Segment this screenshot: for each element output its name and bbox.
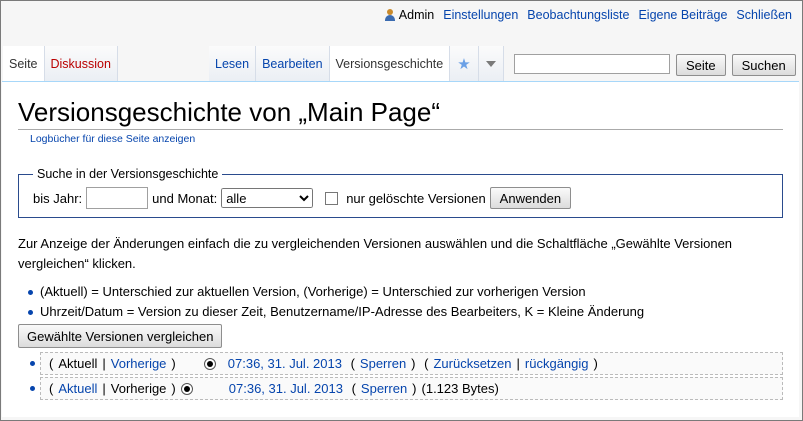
year-label: bis Jahr: xyxy=(33,190,83,206)
preferences-link[interactable]: Einstellungen xyxy=(443,8,518,22)
current-diff-label: Aktuell xyxy=(58,356,98,371)
version-timestamp-link[interactable]: 07:36, 31. Jul. 2013 xyxy=(228,353,342,374)
content-area: Versionsgeschichte von „Main Page“ Logbü… xyxy=(2,81,799,417)
tab-history[interactable]: Versionsgeschichte xyxy=(329,46,451,82)
block-link[interactable]: Sperren xyxy=(360,353,406,374)
personal-tools: Admin Einstellungen Beobachtungsliste Ei… xyxy=(384,8,792,22)
star-icon[interactable]: ★ xyxy=(457,55,470,73)
page-size: (1.123 Bytes) xyxy=(421,381,499,396)
deleted-only-checkbox[interactable] xyxy=(325,191,339,205)
tab-discussion[interactable]: Diskussion xyxy=(44,46,118,82)
previous-diff-link[interactable]: Vorherige xyxy=(111,353,167,374)
history-list: (Aktuell | Vorherige) 07:36, 31. Jul. 20… xyxy=(18,352,783,400)
deleted-only-label: nur gelöschte Versionen xyxy=(346,190,486,206)
search-button[interactable]: Suchen xyxy=(731,54,796,76)
legend-list: (Aktuell) = Unterschied zur aktuellen Ve… xyxy=(18,282,783,322)
page-title: Versionsgeschichte von „Main Page“ xyxy=(18,96,783,130)
namespace-tabs: Seite Diskussion xyxy=(3,46,118,82)
watchlist-link[interactable]: Beobachtungsliste xyxy=(527,8,629,22)
username[interactable]: Admin xyxy=(399,8,434,22)
logs-link[interactable]: Logbücher für diese Seite anzeigen xyxy=(30,133,195,145)
version-radio-old[interactable] xyxy=(203,357,216,370)
contributions-link[interactable]: Eigene Beiträge xyxy=(638,8,727,22)
search-input[interactable] xyxy=(514,54,670,74)
go-page-button[interactable]: Seite xyxy=(676,54,726,76)
more-actions-tab[interactable] xyxy=(478,46,504,82)
year-input[interactable] xyxy=(86,187,149,209)
search-area: Seite Suchen xyxy=(514,54,796,76)
current-diff-link[interactable]: Aktuell xyxy=(58,378,97,399)
undo-link[interactable]: rückgängig xyxy=(525,353,589,374)
version-timestamp-link[interactable]: 07:36, 31. Jul. 2013 xyxy=(229,378,343,399)
apply-button[interactable]: Anwenden xyxy=(489,187,572,209)
month-select[interactable]: alle xyxy=(221,188,314,208)
chevron-down-icon[interactable] xyxy=(485,61,496,67)
user-menu[interactable]: Admin xyxy=(384,8,434,22)
instructions-text: Zur Anzeige der Änderungen einfach die z… xyxy=(18,236,733,271)
logout-link[interactable]: Schließen xyxy=(736,8,792,22)
tab-edit[interactable]: Bearbeiten xyxy=(256,46,330,82)
history-row: (Aktuell | Vorherige) 07:36, 31. Jul. 20… xyxy=(30,352,783,375)
legend-item: Uhrzeit/Datum = Version zu dieser Zeit, … xyxy=(28,302,783,322)
compare-versions-button[interactable]: Gewählte Versionen vergleichen xyxy=(18,324,223,348)
history-row: (Aktuell | Vorherige) 07:36, 31. Jul. 20… xyxy=(30,377,783,400)
tab-read[interactable]: Lesen xyxy=(209,46,257,82)
view-tabs: Lesen Bearbeiten Versionsgeschichte ★ xyxy=(209,46,504,82)
tab-page[interactable]: Seite xyxy=(3,46,45,82)
rollback-link[interactable]: Zurücksetzen xyxy=(433,353,511,374)
watch-tab[interactable]: ★ xyxy=(450,46,479,82)
month-label: und Monat: xyxy=(152,190,218,206)
form-legend: Suche in der Versionsgeschichte xyxy=(37,167,219,181)
history-search-form: Suche in der Versionsgeschichte bis Jahr… xyxy=(18,167,783,218)
user-icon xyxy=(384,9,395,21)
previous-diff-label: Vorherige xyxy=(110,381,167,396)
version-radio-new[interactable] xyxy=(180,382,193,395)
legend-item: (Aktuell) = Unterschied zur aktuellen Ve… xyxy=(28,282,783,302)
block-link[interactable]: Sperren xyxy=(361,378,407,399)
